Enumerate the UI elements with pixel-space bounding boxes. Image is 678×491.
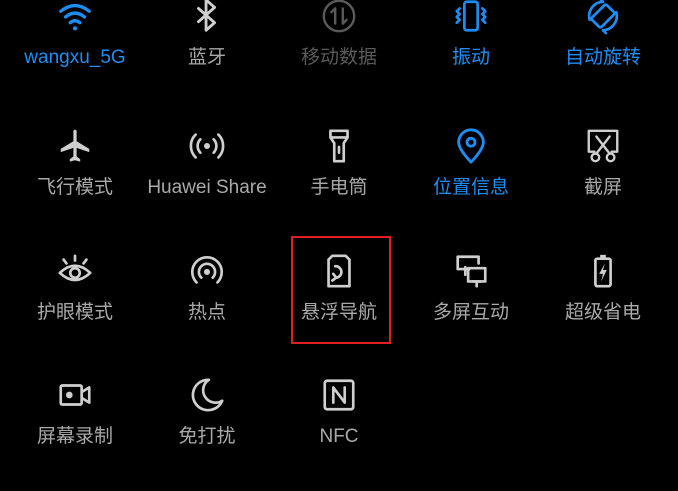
tile-nfc[interactable]: NFC (273, 373, 405, 491)
flashlight-icon (319, 126, 359, 166)
tile-label: 移动数据 (300, 47, 377, 68)
tile-label: 热点 (187, 302, 226, 323)
tile-label: wangxu_5G (24, 47, 126, 68)
tile-huawei-share[interactable]: Huawei Share (141, 124, 273, 242)
tile-bluetooth[interactable]: 蓝牙 (141, 0, 273, 112)
tile-do-not-disturb[interactable]: 免打扰 (141, 373, 273, 491)
location-icon (451, 126, 491, 166)
tile-screen-record[interactable]: 屏幕录制 (9, 373, 141, 491)
tile-label: 截屏 (583, 177, 622, 198)
tile-flashlight[interactable]: 手电筒 (273, 124, 405, 242)
tile-label: 蓝牙 (187, 47, 226, 68)
tile-label: 飞行模式 (36, 177, 113, 198)
eye-comfort-icon (55, 251, 95, 291)
bluetooth-icon (187, 0, 227, 36)
tile-vibrate[interactable]: 振动 (405, 0, 537, 112)
tile-mobile-data[interactable]: 移动数据 (273, 0, 405, 112)
tile-label: NFC (319, 426, 359, 447)
tile-airplane[interactable]: 飞行模式 (9, 124, 141, 242)
quick-settings-grid: wangxu_5G 蓝牙 移动数据 振动 自动旋转 飞行模式 Huawei Sh… (0, 0, 678, 454)
tile-label: 免打扰 (178, 426, 236, 447)
screen-record-icon (55, 375, 95, 415)
highlight-box (291, 236, 391, 344)
tile-label: 位置信息 (432, 177, 509, 198)
tile-label: 自动旋转 (564, 47, 641, 68)
tile-label: 超级省电 (564, 302, 641, 323)
huawei-share-icon (187, 126, 227, 166)
battery-saver-icon (583, 251, 623, 291)
tile-multi-screen[interactable]: 多屏互动 (405, 249, 537, 367)
vibrate-icon (451, 0, 491, 36)
tile-eye-comfort[interactable]: 护眼模式 (9, 249, 141, 367)
tile-wifi[interactable]: wangxu_5G (9, 0, 141, 112)
tile-label: 振动 (451, 47, 490, 68)
nfc-icon (319, 375, 359, 415)
wifi-icon (55, 0, 95, 36)
screenshot-icon (583, 126, 623, 166)
hotspot-icon (187, 251, 227, 291)
mobile-data-icon (319, 0, 359, 36)
tile-label: 多屏互动 (432, 302, 509, 323)
tile-hotspot[interactable]: 热点 (141, 249, 273, 367)
multi-screen-icon (451, 251, 491, 291)
tile-label: Huawei Share (147, 177, 267, 198)
auto-rotate-icon (583, 0, 623, 36)
tile-label: 护眼模式 (36, 302, 113, 323)
tile-label: 手电筒 (310, 177, 368, 198)
tile-auto-rotate[interactable]: 自动旋转 (537, 0, 669, 112)
airplane-icon (55, 126, 95, 166)
do-not-disturb-icon (187, 375, 227, 415)
tile-location[interactable]: 位置信息 (405, 124, 537, 242)
tile-battery-saver[interactable]: 超级省电 (537, 249, 669, 367)
tile-screenshot[interactable]: 截屏 (537, 124, 669, 242)
tile-label: 屏幕录制 (36, 426, 113, 447)
